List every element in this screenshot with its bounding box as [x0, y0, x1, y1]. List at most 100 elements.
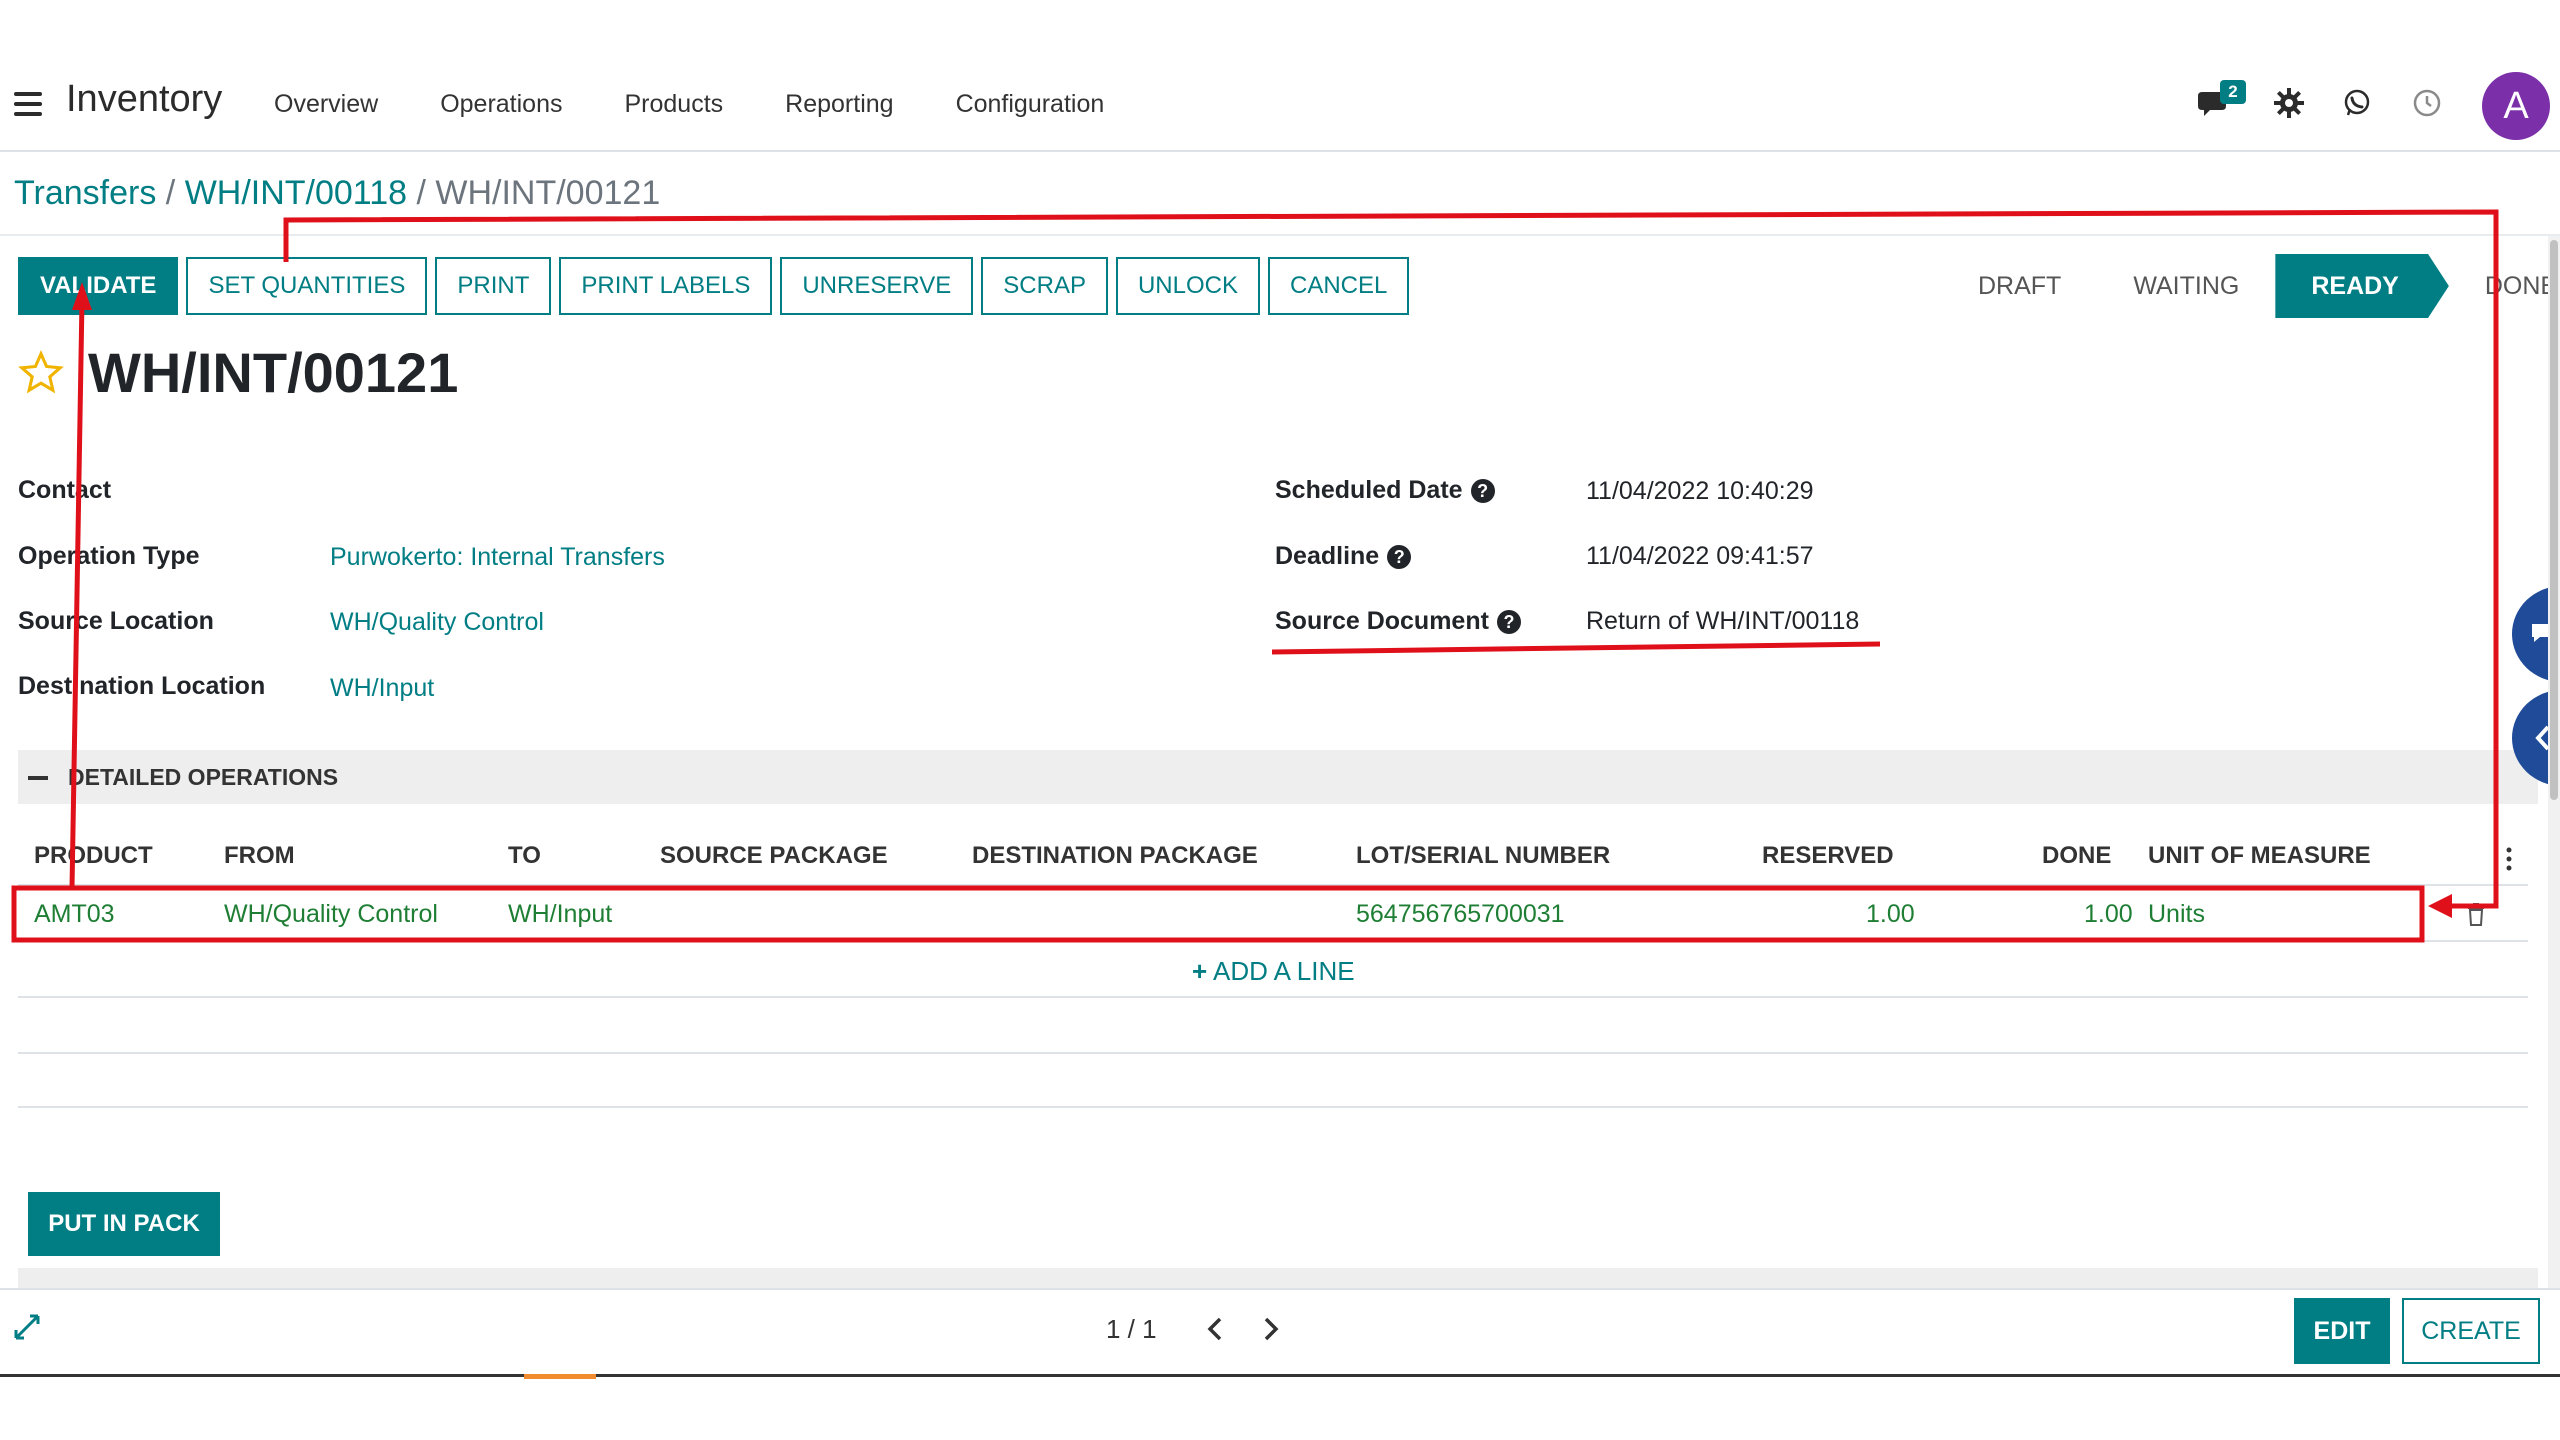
col-source-package[interactable]: SOURCE PACKAGE	[660, 842, 888, 870]
pager-value[interactable]: 1 / 1	[1106, 1314, 1157, 1345]
unreserve-button[interactable]: UNRESERVE	[780, 257, 974, 315]
put-in-pack-button[interactable]: PUT IN PACK	[28, 1192, 220, 1256]
collapse-icon[interactable]	[28, 776, 48, 780]
col-done[interactable]: DONE	[2042, 842, 2111, 870]
whatsapp-icon[interactable]	[2342, 88, 2372, 118]
row-divider	[18, 940, 2528, 942]
next-section-bar	[18, 1268, 2538, 1288]
expand-icon[interactable]	[14, 1314, 40, 1340]
row-product[interactable]: AMT03	[34, 900, 115, 929]
page: Inventory Overview Operations Products R…	[0, 0, 2560, 1440]
breadcrumb-transfers[interactable]: Transfers	[14, 174, 156, 212]
pager-footer	[0, 1288, 2560, 1376]
breadcrumb-parent[interactable]: WH/INT/00118	[185, 174, 407, 212]
source-document-label-text: Source Document	[1275, 607, 1489, 635]
source-location-label: Source Location	[18, 607, 214, 635]
arrowhead-row	[2428, 894, 2452, 918]
row-from[interactable]: WH/Quality Control	[224, 900, 438, 929]
nav-item-reporting[interactable]: Reporting	[785, 90, 893, 119]
scrap-button[interactable]: SCRAP	[981, 257, 1108, 315]
source-document-value[interactable]: Return of WH/INT/00118	[1586, 607, 1859, 636]
destination-location-value[interactable]: WH/Input	[330, 674, 434, 703]
source-location-value[interactable]: WH/Quality Control	[330, 608, 544, 637]
unlock-button[interactable]: UNLOCK	[1115, 257, 1260, 315]
top-navbar: Inventory Overview Operations Products R…	[0, 60, 2560, 152]
edit-button[interactable]: EDIT	[2294, 1298, 2390, 1364]
destination-location-label: Destination Location	[18, 672, 266, 700]
taskbar-indicator	[524, 1374, 596, 1379]
add-line-label: ADD A LINE	[1212, 956, 1355, 986]
source-document-label: Source Document?	[1275, 607, 1521, 636]
record-title: WH/INT/00121	[88, 341, 459, 404]
breadcrumb: Transfers / WH/INT/00118 / WH/INT/00121	[14, 174, 660, 213]
status-bar: DRAFT WAITING READY DONE	[1942, 254, 2560, 318]
annotation-underline	[1271, 641, 1881, 655]
cancel-button[interactable]: CANCEL	[1267, 257, 1410, 315]
row-divider	[18, 884, 2528, 886]
col-from[interactable]: FROM	[224, 842, 295, 870]
app-title[interactable]: Inventory	[66, 78, 222, 121]
create-button[interactable]: CREATE	[2402, 1298, 2540, 1364]
print-button[interactable]: PRINT	[435, 257, 552, 315]
action-buttons: VALIDATE SET QUANTITIES PRINT PRINT LABE…	[18, 257, 1410, 315]
deadline-label: Deadline?	[1275, 542, 1412, 571]
stage-done[interactable]: DONE	[2448, 254, 2560, 318]
breadcrumb-sep: /	[165, 174, 176, 212]
hamburger-icon[interactable]	[14, 92, 42, 116]
row-divider	[18, 1052, 2528, 1054]
nav-item-operations[interactable]: Operations	[440, 90, 562, 119]
row-divider	[18, 996, 2528, 998]
add-line-link[interactable]: + ADD A LINE	[1192, 956, 1355, 987]
col-uom[interactable]: UNIT OF MEASURE	[2148, 842, 2371, 870]
help-icon[interactable]: ?	[1496, 610, 1521, 635]
contact-label: Contact	[18, 476, 112, 504]
set-quantities-button[interactable]: SET QUANTITIES	[186, 257, 428, 315]
nav-item-products[interactable]: Products	[624, 90, 723, 119]
col-reserved[interactable]: RESERVED	[1762, 842, 1894, 870]
chevron-left-icon[interactable]	[1206, 1316, 1224, 1342]
operation-type-value[interactable]: Purwokerto: Internal Transfers	[330, 543, 665, 572]
scheduled-date-label-text: Scheduled Date	[1275, 476, 1463, 504]
detailed-operations-title[interactable]: DETAILED OPERATIONS	[68, 764, 338, 791]
clock-icon[interactable]	[2412, 88, 2442, 118]
detailed-operations-header[interactable]	[18, 750, 2538, 804]
breadcrumb-current: WH/INT/00121	[435, 174, 661, 212]
col-destination-package[interactable]: DESTINATION PACKAGE	[972, 842, 1258, 870]
stage-ready[interactable]: READY	[2275, 254, 2449, 318]
row-lot-serial[interactable]: 564756765700031	[1356, 900, 1565, 929]
chevron-right-icon[interactable]	[1262, 1316, 1280, 1342]
help-icon[interactable]: ?	[1387, 545, 1412, 570]
deadline-label-text: Deadline	[1275, 542, 1380, 570]
scheduled-date-value[interactable]: 11/04/2022 10:40:29	[1586, 477, 1814, 506]
scheduled-date-label: Scheduled Date?	[1275, 476, 1495, 505]
row-reserved[interactable]: 1.00	[1866, 900, 1915, 929]
nav-item-configuration[interactable]: Configuration	[956, 90, 1105, 119]
row-done[interactable]: 1.00	[2084, 900, 2133, 929]
chat-badge: 2	[2220, 80, 2246, 104]
gear-icon[interactable]	[2274, 88, 2304, 118]
stage-waiting[interactable]: WAITING	[2097, 254, 2276, 318]
row-divider	[18, 1106, 2528, 1108]
avatar[interactable]: A	[2482, 72, 2550, 140]
print-labels-button[interactable]: PRINT LABELS	[559, 257, 773, 315]
row-to[interactable]: WH/Input	[508, 900, 612, 929]
window-bottom-edge	[0, 1374, 2560, 1377]
operation-type-label: Operation Type	[18, 542, 200, 570]
validate-button[interactable]: VALIDATE	[18, 257, 179, 315]
col-product[interactable]: PRODUCT	[34, 842, 153, 870]
trash-icon[interactable]	[2466, 902, 2486, 926]
deadline-value[interactable]: 11/04/2022 09:41:57	[1586, 542, 1814, 571]
nav-menu: Overview Operations Products Reporting C…	[274, 90, 1104, 119]
row-uom[interactable]: Units	[2148, 900, 2205, 929]
col-to[interactable]: TO	[508, 842, 541, 870]
annotation-overlay	[11, 209, 2499, 943]
star-icon[interactable]	[18, 350, 64, 396]
plus-icon: +	[1192, 956, 1208, 986]
stage-draft[interactable]: DRAFT	[1942, 254, 2098, 318]
breadcrumb-sep: /	[416, 174, 426, 212]
col-lot-serial[interactable]: LOT/SERIAL NUMBER	[1356, 842, 1610, 870]
column-options-icon[interactable]	[2504, 846, 2514, 872]
nav-item-overview[interactable]: Overview	[274, 90, 378, 119]
help-icon[interactable]: ?	[1470, 479, 1495, 504]
scrollbar-thumb[interactable]	[2550, 240, 2558, 800]
